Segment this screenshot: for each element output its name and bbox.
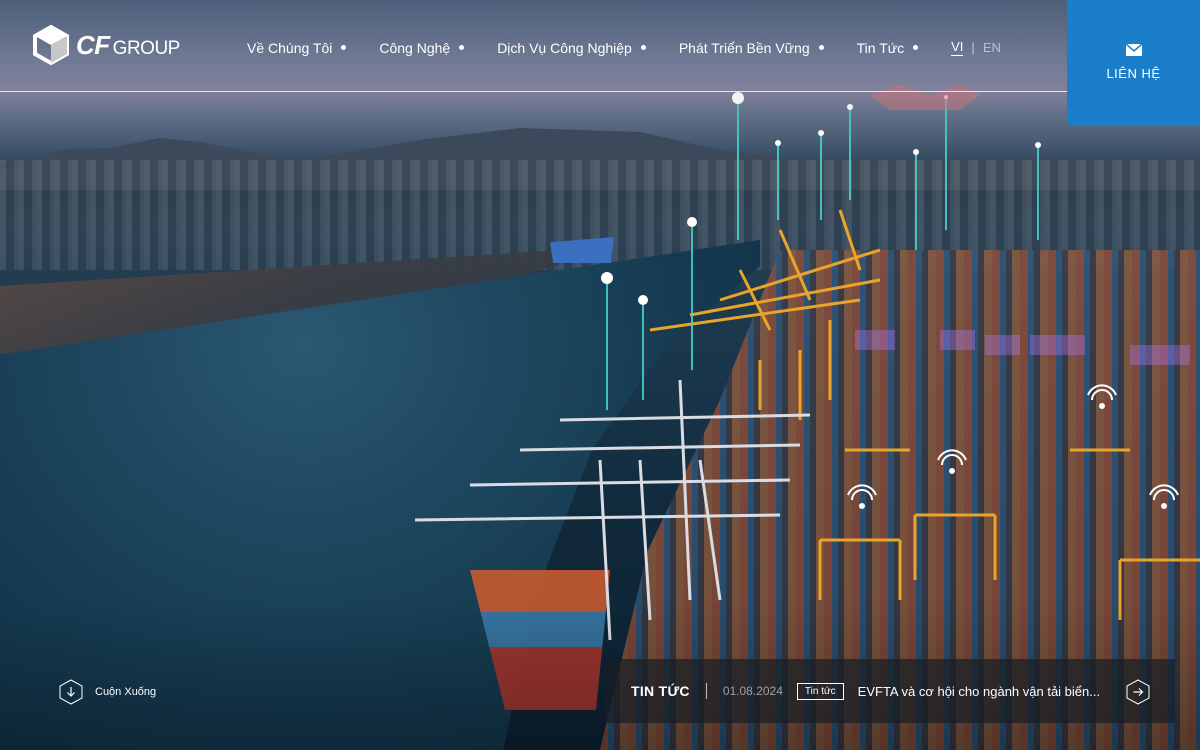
arrow-down-icon	[59, 679, 83, 705]
brand-logo[interactable]: CF GROUP	[32, 25, 180, 65]
dot-icon	[640, 45, 646, 50]
lang-en-link[interactable]: EN	[983, 40, 1001, 55]
nav-label: Công Nghệ	[379, 39, 451, 56]
hero-background	[0, 0, 1200, 750]
mail-icon	[1125, 44, 1142, 56]
contact-button[interactable]: LIÊN HỆ	[1067, 0, 1200, 125]
news-headline-link[interactable]: EVFTA và cơ hội cho ngành vận tải biển..…	[858, 684, 1100, 699]
scroll-down-button[interactable]: Cuộn Xuống	[59, 679, 156, 705]
nav-item-sustainability[interactable]: Phát Triển Bền Vững	[679, 40, 824, 56]
dot-icon	[818, 45, 824, 50]
main-nav: Về Chúng Tôi Công Nghệ Dịch Vụ Công Nghi…	[247, 39, 1001, 56]
nav-label: Phát Triển Bền Vững	[678, 39, 810, 56]
dot-icon	[341, 45, 347, 50]
lang-vi-link[interactable]: VI	[951, 39, 964, 56]
nav-label: Tin Tức	[856, 39, 905, 56]
nav-item-news[interactable]: Tin Tức	[857, 40, 919, 56]
news-category-tag[interactable]: Tin tức	[796, 682, 844, 700]
lang-separator: |	[971, 40, 975, 55]
language-switcher: VI | EN	[951, 39, 1001, 56]
nav-label: Về Chúng Tôi	[247, 39, 333, 56]
contact-label: LIÊN HỆ	[1106, 66, 1161, 81]
nav-label: Dịch Vụ Công Nghiệp	[497, 39, 632, 56]
divider	[705, 683, 707, 699]
hero-overlay	[0, 0, 1200, 750]
arrow-right-icon[interactable]	[1126, 679, 1150, 705]
brand-name-text: GROUP	[112, 37, 181, 59]
brand-mark-text: CF	[76, 29, 110, 60]
dot-icon	[459, 45, 465, 50]
nav-item-technology[interactable]: Công Nghệ	[379, 39, 465, 56]
nav-item-about[interactable]: Về Chúng Tôi	[247, 39, 347, 56]
dot-icon	[913, 45, 919, 50]
scroll-down-label: Cuộn Xuống	[95, 686, 157, 698]
news-section-title: TIN TỨC	[631, 683, 690, 699]
site-header: CF GROUP Về Chúng Tôi Công Nghệ Dịch Vụ …	[0, 0, 1200, 92]
nav-item-industrial-services[interactable]: Dịch Vụ Công Nghiệp	[497, 40, 646, 56]
news-date: 01.08.2024	[722, 684, 783, 698]
news-ticker: TIN TỨC 01.08.2024 Tin tức EVFTA và cơ h…	[605, 659, 1175, 723]
brand-wordmark: CF GROUP	[76, 30, 180, 61]
cube-logo-icon	[33, 25, 69, 65]
